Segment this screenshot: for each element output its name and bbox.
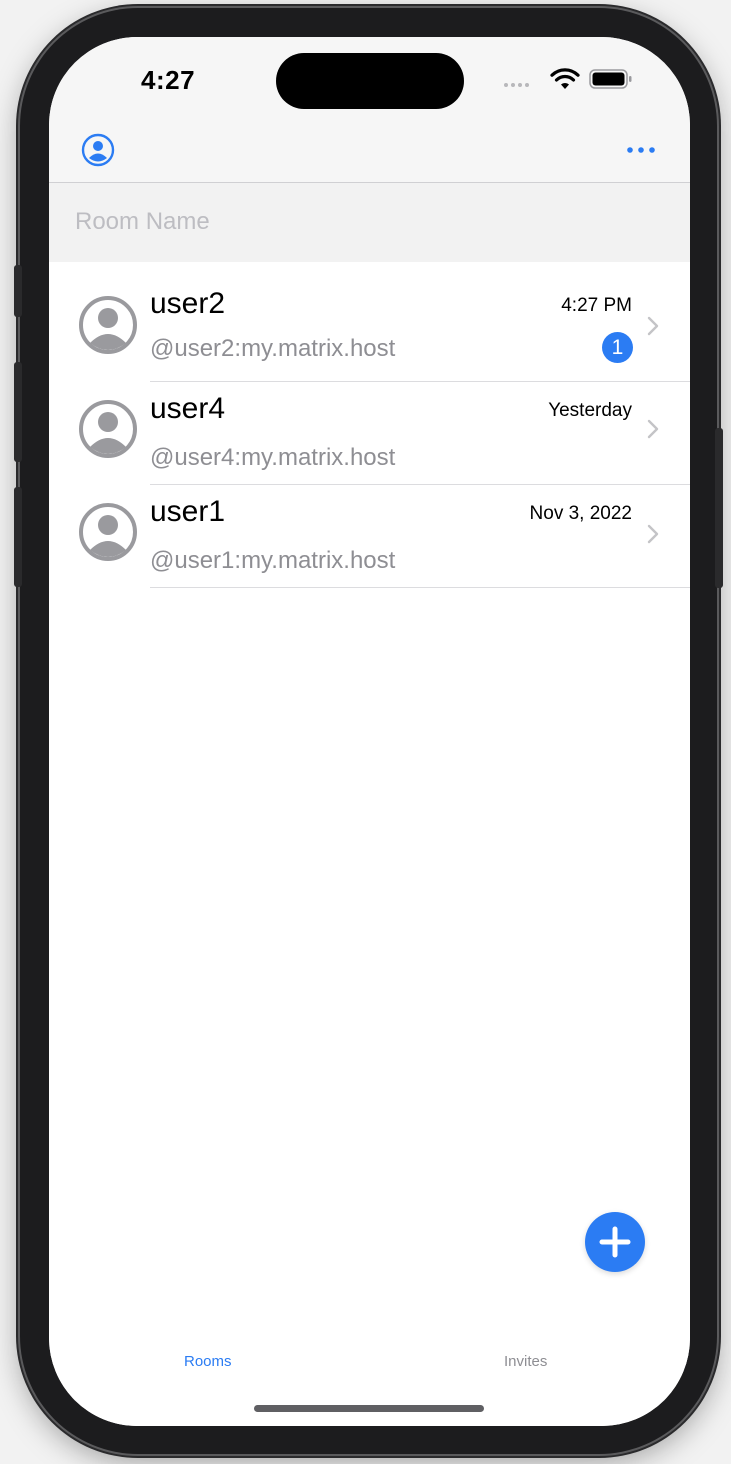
dynamic-island bbox=[276, 53, 464, 109]
chevron-right-icon bbox=[647, 524, 659, 544]
profile-icon[interactable] bbox=[81, 133, 115, 167]
avatar-icon bbox=[79, 296, 137, 354]
avatar-icon bbox=[79, 400, 137, 458]
room-list: user2 @user2:my.matrix.host 4:27 PM 1 us… bbox=[49, 279, 690, 588]
wifi-icon bbox=[550, 68, 580, 89]
room-user-id: @user1:my.matrix.host bbox=[150, 547, 396, 574]
room-name: user1 bbox=[150, 495, 226, 528]
room-timestamp: Nov 3, 2022 bbox=[529, 503, 632, 524]
chevron-right-icon bbox=[647, 316, 659, 336]
room-user-id: @user4:my.matrix.host bbox=[150, 444, 396, 471]
navigation-bar: 4:27 bbox=[49, 37, 690, 182]
tab-rooms[interactable]: Rooms bbox=[184, 1353, 232, 1370]
volume-up-button bbox=[14, 362, 22, 462]
battery-icon bbox=[589, 69, 632, 89]
volume-down-button bbox=[14, 487, 22, 587]
screen: 4:27 Room Name user2 @user2:my.matrix.ho… bbox=[49, 37, 690, 1426]
room-user-id: @user2:my.matrix.host bbox=[150, 335, 396, 362]
status-time: 4:27 bbox=[141, 65, 196, 95]
search-bar bbox=[49, 183, 690, 262]
avatar-icon bbox=[79, 503, 137, 561]
chevron-right-icon bbox=[647, 419, 659, 439]
plus-icon bbox=[599, 1226, 631, 1258]
cellular-signal-icon bbox=[504, 83, 529, 87]
room-timestamp: Yesterday bbox=[548, 400, 632, 421]
room-name: user4 bbox=[150, 392, 226, 425]
more-options-icon[interactable] bbox=[625, 141, 659, 159]
action-button bbox=[14, 265, 22, 317]
power-button bbox=[715, 428, 723, 588]
tab-invites[interactable]: Invites bbox=[504, 1353, 547, 1370]
unread-count-badge: 1 bbox=[602, 332, 633, 363]
new-room-button[interactable] bbox=[585, 1212, 645, 1272]
room-name: user2 bbox=[150, 287, 226, 320]
room-row-user4[interactable]: user4 @user4:my.matrix.host Yesterday bbox=[49, 382, 690, 485]
row-divider bbox=[150, 587, 690, 588]
room-row-user1[interactable]: user1 @user1:my.matrix.host Nov 3, 2022 bbox=[49, 485, 690, 588]
room-name-search-input[interactable] bbox=[73, 201, 667, 243]
room-timestamp: 4:27 PM bbox=[561, 295, 632, 316]
home-indicator[interactable] bbox=[254, 1405, 484, 1412]
room-row-user2[interactable]: user2 @user2:my.matrix.host 4:27 PM 1 bbox=[49, 279, 690, 382]
